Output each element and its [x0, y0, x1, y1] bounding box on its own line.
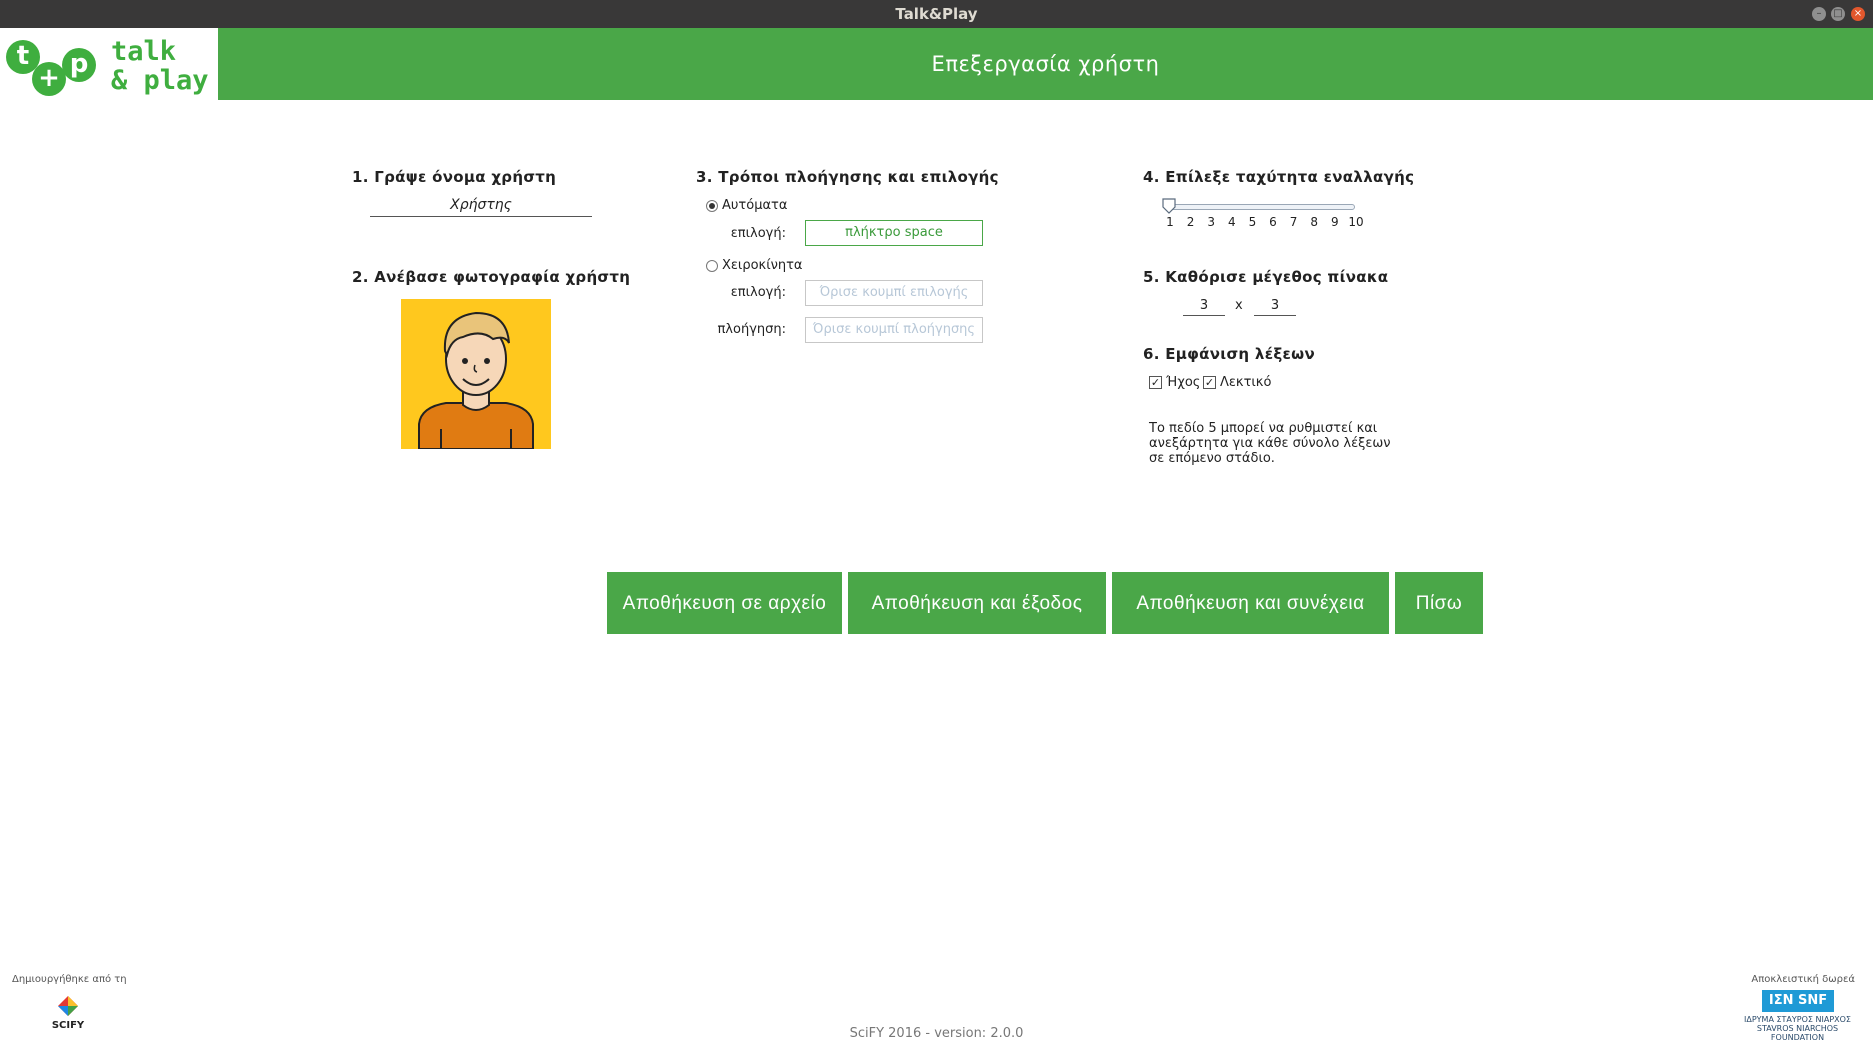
text-checkbox[interactable]: ✓ — [1203, 376, 1216, 389]
radio-auto-label: Αυτόματα — [722, 198, 788, 213]
speed-tick-1: 1 — [1166, 215, 1174, 229]
logo-text-talk: talk — [111, 36, 177, 67]
section-navigation-heading: 3. Τρόποι πλοήγησης και επιλογής — [696, 168, 999, 186]
grid-note-line-1: Το πεδίο 5 μπορεί να ρυθμιστεί και — [1149, 421, 1378, 436]
maximize-icon[interactable]: □ — [1831, 7, 1845, 21]
close-icon[interactable]: × — [1851, 7, 1865, 21]
section-grid-size-heading: 5. Καθόρισε μέγεθος πίνακα — [1143, 268, 1389, 286]
text-checkbox-label: Λεκτικό — [1220, 375, 1272, 390]
speed-tick-8: 8 — [1310, 215, 1318, 229]
window-title: Talk&Play — [895, 5, 978, 23]
grid-times-sign: x — [1235, 298, 1243, 313]
grid-rows-underline — [1183, 315, 1225, 316]
speed-tick-7: 7 — [1289, 215, 1298, 229]
created-by-label: Δημιουργήθηκε από τη — [12, 974, 127, 985]
avatar-illustration — [401, 299, 551, 449]
manual-nav-label: πλοήγηση: — [717, 322, 786, 337]
speed-tick-9: 9 — [1330, 215, 1339, 229]
grid-cols-underline — [1254, 315, 1296, 316]
speed-tick-6: 6 — [1269, 215, 1277, 229]
grid-note-line-2: ανεξάρτητα για κάθε σύνολο λέξεων — [1149, 436, 1391, 451]
radio-manual-label: Χειροκίνητα — [722, 258, 803, 273]
version-label: SciFY 2016 - version: 2.0.0 — [849, 1026, 1024, 1041]
grid-note-line-3: σε επόμενο στάδιο. — [1149, 451, 1275, 466]
section-photo-heading: 2. Ανέβασε φωτογραφία χρήστη — [352, 268, 631, 286]
user-avatar-image[interactable] — [401, 299, 551, 449]
auto-select-key-field[interactable]: πλήκτρο space — [805, 220, 983, 246]
sound-checkbox[interactable]: ✓ — [1149, 376, 1162, 389]
grid-rows-input[interactable]: 3 — [1183, 298, 1225, 313]
app-logo: t + p talk & play — [0, 28, 218, 100]
logo-text-play: & play — [111, 65, 209, 96]
speed-tick-5: 5 — [1248, 215, 1257, 229]
section-word-display-heading: 6. Εμφάνιση λέξεων — [1143, 345, 1316, 363]
save-to-file-button[interactable]: Αποθήκευση σε αρχείο — [607, 572, 842, 634]
manual-select-label: επιλογή: — [730, 285, 786, 300]
logo-plus-circle: + — [32, 62, 66, 96]
manual-nav-key-field[interactable]: Όρισε κουμπί πλοήγησης — [805, 317, 983, 343]
snf-logo: ΙΣΝ SNF — [1762, 990, 1834, 1012]
sound-checkbox-label: Ήχος — [1166, 375, 1201, 390]
save-and-exit-button[interactable]: Αποθήκευση και έξοδος — [848, 572, 1106, 634]
manual-select-key-field[interactable]: Όρισε κουμπί επιλογής — [805, 280, 983, 306]
section-speed-heading: 4. Επίλεξε ταχύτητα εναλλαγής — [1143, 168, 1415, 186]
speed-tick-4: 4 — [1227, 215, 1236, 229]
radio-manual[interactable] — [706, 260, 718, 272]
save-and-continue-button[interactable]: Αποθήκευση και συνέχεια — [1112, 572, 1389, 634]
speed-slider-track[interactable] — [1168, 204, 1355, 210]
grid-cols-input[interactable]: 3 — [1254, 298, 1296, 313]
minimize-icon[interactable]: – — [1812, 7, 1826, 21]
username-input[interactable]: Χρήστης — [370, 197, 592, 213]
auto-select-label: επιλογή: — [730, 226, 786, 241]
page-title: Επεξεργασία χρήστη — [931, 52, 1160, 76]
speed-tick-3: 3 — [1207, 215, 1215, 229]
window-titlebar: Talk&Play – □ × — [0, 0, 1873, 28]
section-username-heading: 1. Γράψε όνομα χρήστη — [352, 168, 557, 186]
speed-slider-thumb[interactable] — [1162, 198, 1176, 214]
radio-auto[interactable] — [706, 200, 718, 212]
speed-tick-10: 10 — [1348, 215, 1364, 229]
back-button[interactable]: Πίσω — [1395, 572, 1483, 634]
snf-line-1: ΙΔΡΥΜΑ ΣΤΑΥΡΟΣ ΝΙΑΡΧΟΣ — [1744, 1015, 1851, 1024]
username-underline — [370, 216, 592, 217]
donation-label: Αποκλειστική δωρεά — [1751, 974, 1855, 985]
speed-tick-2: 2 — [1186, 215, 1195, 229]
logo-p-circle: p — [62, 48, 96, 82]
